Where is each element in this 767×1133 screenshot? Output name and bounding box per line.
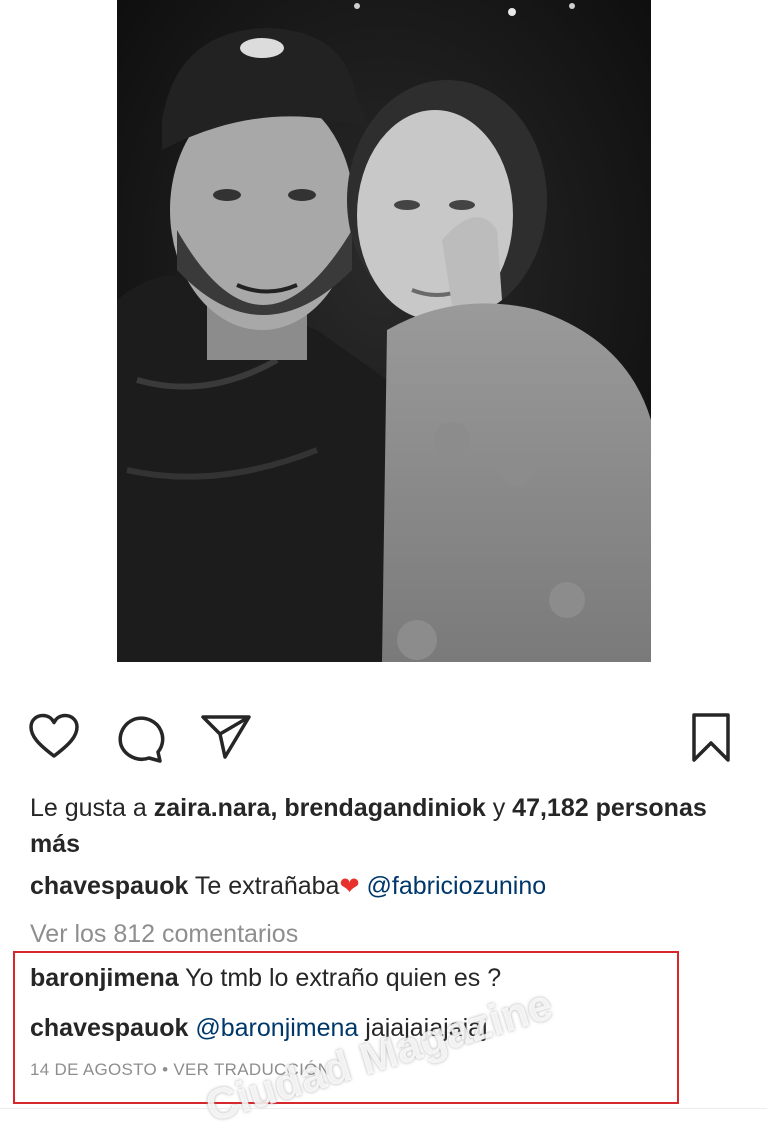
post-actions-bar: [0, 712, 767, 768]
couple-selfie-image: [117, 0, 651, 662]
caption-mention[interactable]: @fabriciozunino: [367, 872, 547, 900]
comment-icon[interactable]: [114, 712, 166, 764]
comment-row: baronjimena Yo tmb lo extraño quien es ?: [30, 960, 501, 996]
red-heart-emoji: ❤: [339, 873, 360, 900]
bookmark-icon[interactable]: [690, 712, 732, 764]
share-icon[interactable]: [200, 712, 252, 762]
likes-count[interactable]: 47,182: [512, 794, 588, 822]
divider: [0, 1108, 767, 1109]
likes-prefix: Le gusta a: [30, 794, 147, 822]
comment-username[interactable]: chavespauok: [30, 1014, 188, 1042]
comment-text: jajajajajajaj: [365, 1014, 488, 1042]
comment-text: Yo tmb lo extraño quien es ?: [185, 964, 502, 992]
post-caption: chavespauok Te extrañaba❤ @fabriciozunin…: [30, 868, 730, 905]
heart-icon[interactable]: [28, 712, 80, 762]
likes-summary: Le gusta a zaira.nara, brendagandiniok y…: [30, 790, 710, 862]
caption-username[interactable]: chavespauok: [30, 872, 188, 900]
see-translation-link[interactable]: VER TRADUCCIÓN: [173, 1060, 330, 1079]
post-date: 14 DE AGOSTO: [30, 1060, 158, 1079]
view-all-comments-link[interactable]: Ver los 812 comentarios: [30, 916, 298, 952]
post-meta: 14 DE AGOSTO • VER TRADUCCIÓN: [30, 1058, 330, 1082]
liker-link[interactable]: brendagandiniok: [284, 794, 485, 822]
meta-separator: •: [162, 1060, 169, 1079]
caption-text: Te extrañaba: [194, 872, 340, 900]
comment-username[interactable]: baronjimena: [30, 964, 179, 992]
liker-link[interactable]: zaira.nara,: [154, 794, 278, 822]
comment-mention[interactable]: @baronjimena: [195, 1014, 358, 1042]
likes-conjunction: y: [492, 794, 506, 822]
post-photo[interactable]: [117, 0, 651, 662]
comment-row: chavespauok @baronjimena jajajajajajaj: [30, 1010, 488, 1046]
